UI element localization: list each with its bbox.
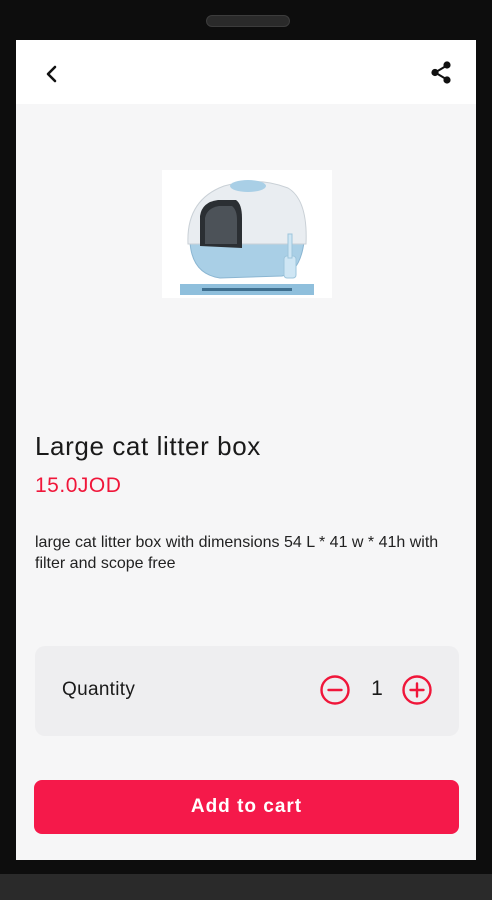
product-price: 15.0JOD: [35, 474, 122, 497]
product-description: large cat litter box with dimensions 54 …: [35, 534, 439, 572]
quantity-value: 1: [371, 677, 383, 700]
share-icon: [431, 61, 451, 84]
plus-circle-icon: [402, 675, 432, 705]
product-image: [162, 170, 332, 298]
back-button[interactable]: [38, 60, 66, 88]
device-speaker: [206, 15, 290, 27]
product-detail-screen: Large cat litter box 15.0JOD large cat l…: [16, 40, 476, 860]
quantity-label: Quantity: [62, 679, 136, 700]
product-title: Large cat litter box: [35, 431, 261, 461]
app-bar: [16, 40, 476, 104]
increase-quantity-button[interactable]: [401, 674, 433, 706]
cat-litter-box-image: [162, 170, 332, 298]
minus-circle-icon: [320, 675, 350, 705]
add-to-cart-button[interactable]: Add to cart: [34, 780, 459, 834]
device-bottom-bezel: [0, 874, 492, 900]
share-button[interactable]: [426, 58, 456, 88]
chevron-left-icon: [46, 65, 57, 83]
decrease-quantity-button[interactable]: [319, 674, 351, 706]
quantity-card: Quantity 1: [35, 646, 459, 736]
